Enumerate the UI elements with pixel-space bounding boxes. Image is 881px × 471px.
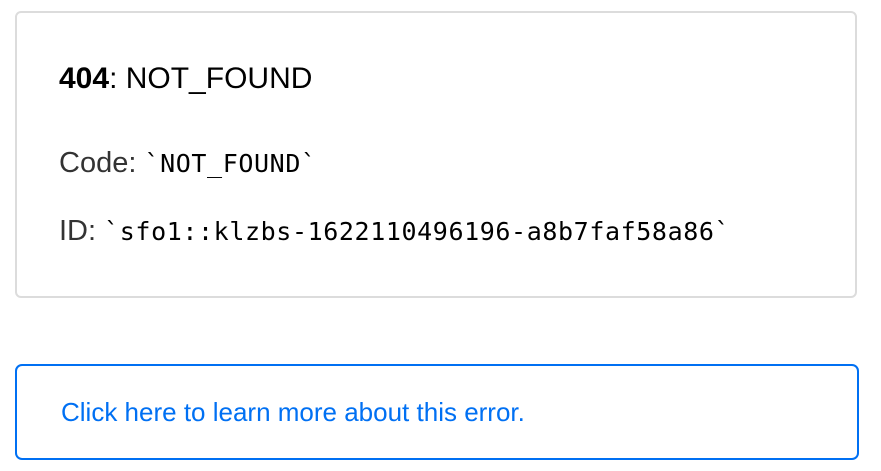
code-value: `NOT_FOUND` — [144, 149, 317, 178]
error-id-line: ID: `sfo1::klzbs-1622110496196-a8b7faf58… — [59, 213, 730, 250]
error-card: 404: NOT_FOUND Code: `NOT_FOUND` ID: `sf… — [15, 11, 857, 298]
error-code-line: Code: `NOT_FOUND` — [59, 145, 317, 182]
learn-more-link[interactable]: Click here to learn more about this erro… — [61, 396, 525, 428]
title-separator: : — [109, 62, 126, 95]
status-code: 404 — [59, 62, 110, 95]
status-text: NOT_FOUND — [125, 62, 313, 95]
code-label: Code: — [59, 147, 145, 179]
id-value: `sfo1::klzbs-1622110496196-a8b7faf58a86` — [104, 217, 731, 246]
id-label: ID: — [59, 215, 105, 247]
help-box: Click here to learn more about this erro… — [15, 364, 859, 460]
error-title: 404: NOT_FOUND — [59, 61, 312, 97]
